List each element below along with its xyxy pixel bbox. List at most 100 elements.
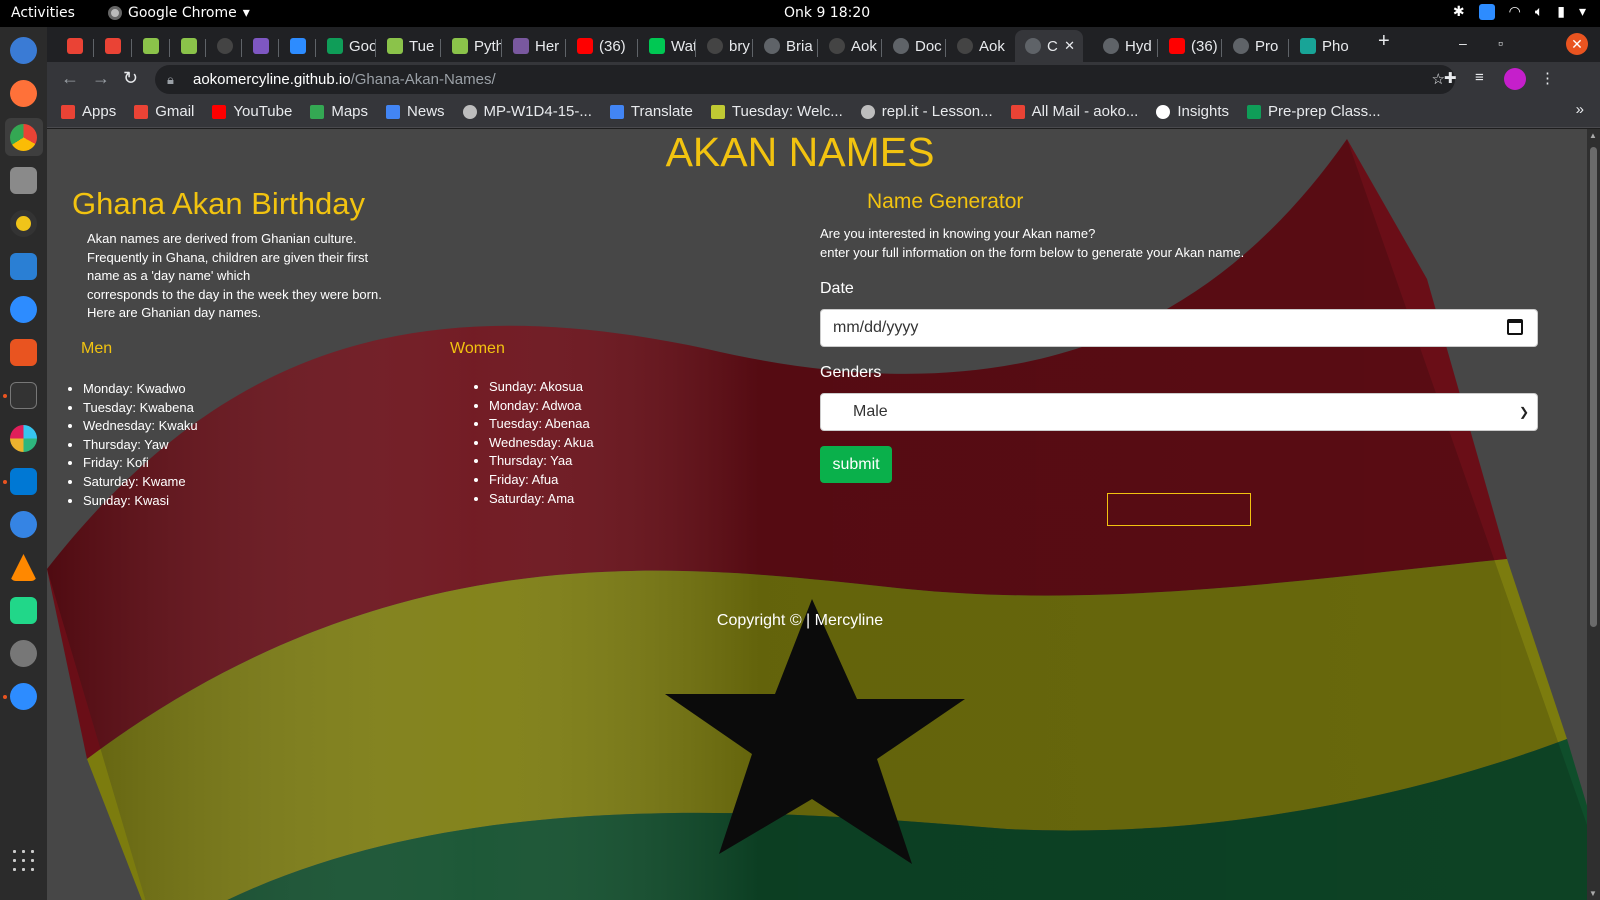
bookmark-item[interactable]: Tuesday: Welc... <box>710 103 843 120</box>
address-bar[interactable]: 🔒︎ aokomercyline.github.io/Ghana-Akan-Na… <box>155 65 1455 94</box>
browser-tab[interactable]: Pyth <box>442 30 501 62</box>
scrollbar-thumb[interactable] <box>1590 147 1597 627</box>
browser-tab[interactable]: Tue <box>377 30 440 62</box>
system-tray[interactable]: ✱ ◠ 🔈︎ ▮ ▾ <box>1453 4 1586 20</box>
software-center-icon[interactable] <box>10 339 37 366</box>
youtube-icon <box>1169 38 1185 54</box>
thunderbird-icon[interactable] <box>10 37 37 64</box>
bookmark-item[interactable]: Insights <box>1156 103 1229 120</box>
bookmark-label: YouTube <box>233 103 293 120</box>
tab-separator <box>315 39 316 57</box>
browser-tab[interactable] <box>280 30 315 62</box>
browser-tab[interactable]: Goo <box>317 30 375 62</box>
media-queue-icon[interactable]: ≡ <box>1475 69 1484 86</box>
profile-avatar[interactable] <box>1504 68 1526 90</box>
extensions-icon[interactable]: ✚ <box>1444 69 1457 87</box>
browser-tab[interactable] <box>57 30 93 62</box>
bookmark-item[interactable]: All Mail - aoko... <box>1010 103 1139 120</box>
settings-icon[interactable] <box>10 640 37 667</box>
show-apps-icon[interactable] <box>10 847 37 874</box>
close-tab-icon[interactable]: ✕ <box>1064 38 1075 54</box>
bookmark-label: Pre-prep Class... <box>1268 103 1381 120</box>
browser-tab[interactable]: Aok <box>819 30 881 62</box>
chrome-menu-icon[interactable]: ⋮ <box>1540 69 1555 87</box>
back-arrow-icon[interactable]: ← <box>61 68 79 89</box>
browser-tab[interactable] <box>243 30 278 62</box>
pycharm-icon[interactable] <box>10 597 37 624</box>
bookmark-item[interactable]: Apps <box>61 103 116 120</box>
browser-tab[interactable]: (36) <box>1159 30 1221 62</box>
slack-icon[interactable] <box>10 425 37 452</box>
browser-tab[interactable]: Pro <box>1223 30 1288 62</box>
forward-arrow-icon[interactable]: → <box>92 68 110 89</box>
maximize-button[interactable]: ▫ <box>1498 35 1503 51</box>
scroll-down-arrow-icon[interactable]: ▼ <box>1589 889 1597 898</box>
battery-icon[interactable]: ▮ <box>1557 4 1565 20</box>
reload-icon[interactable]: ↻ <box>123 68 138 89</box>
firefox-icon[interactable] <box>10 80 37 107</box>
intro-text: Akan names are derived from Ghanian cult… <box>87 230 387 323</box>
help-icon[interactable] <box>10 511 37 538</box>
browser-tab[interactable]: Doc <box>883 30 945 62</box>
volume-icon[interactable]: 🔈︎ <box>1535 4 1543 20</box>
scroll-up-arrow-icon[interactable]: ▲ <box>1589 131 1597 140</box>
browser-tab[interactable]: bry <box>697 30 752 62</box>
app-menu[interactable]: Google Chrome ▾ <box>108 5 250 21</box>
browser-tab[interactable] <box>171 30 205 62</box>
slack-tray-icon[interactable]: ✱ <box>1453 4 1465 20</box>
files-icon[interactable] <box>10 167 37 194</box>
zoom-icon[interactable] <box>10 296 37 323</box>
date-input[interactable]: mm/dd/yyyy <box>820 309 1538 347</box>
wifi-icon[interactable]: ◠ <box>1509 4 1521 20</box>
tab-separator <box>131 39 132 57</box>
browser-tab[interactable] <box>95 30 131 62</box>
result-output <box>1107 493 1251 526</box>
bookmark-item[interactable]: repl.it - Lesson... <box>860 103 993 120</box>
bookmark-label: All Mail - aoko... <box>1031 103 1139 120</box>
clock[interactable]: Onk 9 18:20 <box>784 5 870 21</box>
url-path: /Ghana-Akan-Names/ <box>350 71 496 88</box>
lock-icon[interactable]: 🔒︎ <box>167 65 174 94</box>
browser-tab[interactable]: Hyd <box>1093 30 1157 62</box>
palm-icon <box>387 38 403 54</box>
bookmark-item[interactable]: News <box>386 103 445 120</box>
browser-tab[interactable] <box>207 30 241 62</box>
bookmark-item[interactable]: Gmail <box>134 103 194 120</box>
tab-separator <box>1288 39 1289 57</box>
browser-tab[interactable]: (36) <box>567 30 637 62</box>
bookmark-item[interactable]: Maps <box>310 103 368 120</box>
calendar-icon[interactable] <box>1507 319 1523 335</box>
minimize-button[interactable]: – <box>1459 35 1467 51</box>
browser-tab[interactable]: Her <box>503 30 565 62</box>
browser-tab[interactable]: Aok <box>947 30 1013 62</box>
writer-icon[interactable] <box>10 253 37 280</box>
page-scrollbar[interactable]: ▲ ▼ <box>1587 129 1600 900</box>
bookmark-item[interactable]: Translate <box>609 103 693 120</box>
bookmark-item[interactable]: YouTube <box>212 103 292 120</box>
more-bookmarks-icon[interactable]: » <box>1576 101 1584 118</box>
gender-select[interactable]: Male ❯ <box>820 393 1538 431</box>
submit-button[interactable]: submit <box>820 446 892 483</box>
browser-tab[interactable]: Pho <box>1290 30 1350 62</box>
browser-tab[interactable]: Wat <box>639 30 695 62</box>
form-intro: Are you interested in knowing your Akan … <box>820 225 1520 262</box>
close-window-button[interactable]: ✕ <box>1566 33 1588 55</box>
new-tab-button[interactable]: + <box>1378 30 1390 53</box>
rhythmbox-icon[interactable] <box>10 210 37 237</box>
browser-tab[interactable]: C ✕ <box>1015 30 1083 62</box>
list-item: Friday: Afua <box>489 471 594 490</box>
browser-tab[interactable] <box>133 30 169 62</box>
translate-icon <box>609 104 624 119</box>
terminal-icon[interactable] <box>10 382 37 409</box>
chevron-down-icon[interactable]: ▾ <box>1579 4 1586 20</box>
bookmark-item[interactable]: MP-W1D4-15-... <box>462 103 592 120</box>
activities-button[interactable]: Activities <box>11 5 75 21</box>
chrome-icon[interactable] <box>10 124 37 151</box>
zoom-tray-icon[interactable] <box>1478 4 1495 20</box>
zoom-icon[interactable] <box>10 683 37 710</box>
vlc-icon[interactable] <box>10 554 37 581</box>
bookmark-star-icon[interactable]: ☆ <box>1432 65 1445 94</box>
bookmark-item[interactable]: Pre-prep Class... <box>1247 103 1381 120</box>
vscode-icon[interactable] <box>10 468 37 495</box>
browser-tab[interactable]: Bria <box>754 30 817 62</box>
